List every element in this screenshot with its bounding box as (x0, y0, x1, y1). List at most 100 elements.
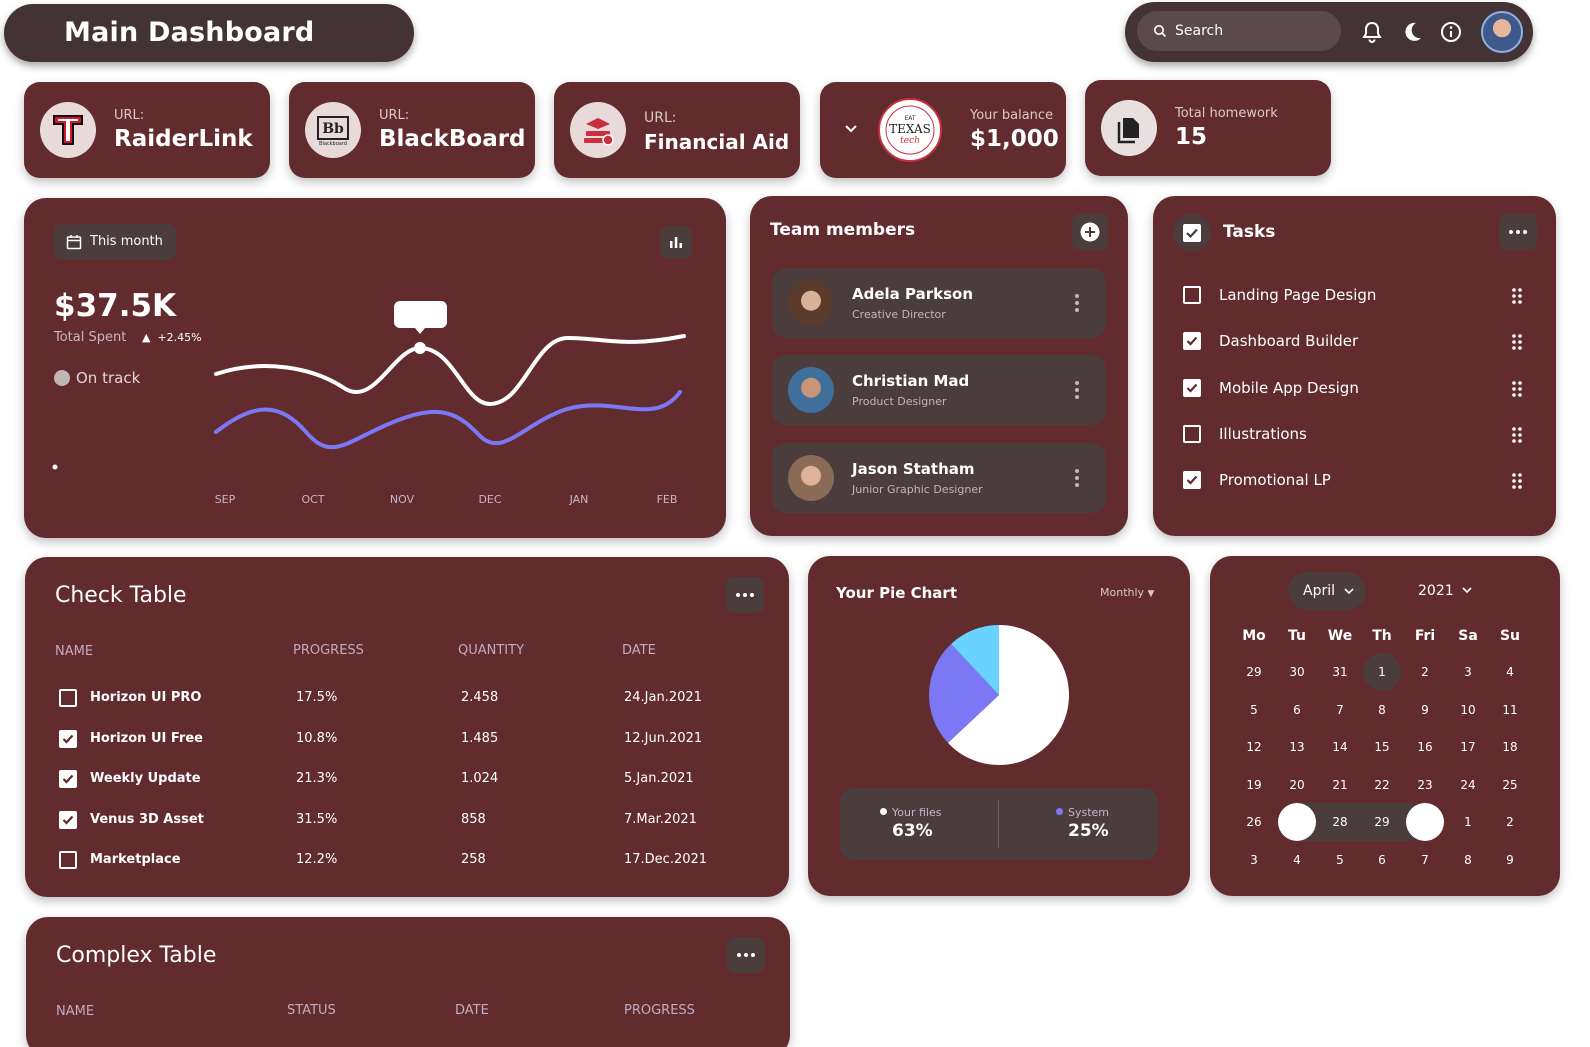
column-header[interactable]: PROGRESS (293, 643, 364, 658)
tasks-more-button[interactable] (1499, 214, 1537, 250)
calendar-day[interactable]: 6 (1363, 841, 1401, 879)
calendar-day[interactable]: 21 (1321, 766, 1359, 804)
chart-tooltip (394, 301, 447, 328)
month-selector[interactable]: April (1288, 572, 1366, 610)
row-checkbox-checked[interactable] (59, 770, 77, 788)
add-member-button[interactable] (1072, 214, 1108, 250)
period-dropdown[interactable]: Monthly ▼ (1100, 586, 1154, 599)
calendar-day[interactable]: 9 (1491, 841, 1529, 879)
task-checkbox[interactable] (1183, 286, 1201, 304)
calendar-day[interactable]: 19 (1235, 766, 1273, 804)
homework-card[interactable]: Total homework 15 (1085, 80, 1331, 176)
column-header[interactable]: DATE (622, 643, 656, 658)
calendar-day[interactable]: 4 (1491, 653, 1529, 691)
drag-handle-icon[interactable] (1511, 333, 1523, 351)
more-vertical-icon[interactable] (1072, 467, 1082, 489)
svg-text:tech: tech (900, 136, 920, 146)
chevron-down-icon[interactable] (844, 124, 858, 134)
calendar-day[interactable]: 10 (1449, 691, 1487, 729)
calendar-day[interactable]: 24 (1449, 766, 1487, 804)
drag-handle-icon[interactable] (1511, 380, 1523, 398)
complex-table-more-button[interactable] (727, 937, 765, 973)
calendar-day[interactable]: 22 (1363, 766, 1401, 804)
search-input[interactable] (1175, 19, 1325, 43)
moon-icon[interactable] (1399, 19, 1425, 45)
column-header[interactable]: NAME (55, 644, 93, 659)
raiderlink-card[interactable]: URL: RaiderLink (24, 82, 270, 178)
calendar-day[interactable]: 1 (1449, 803, 1487, 841)
calendar-day[interactable]: 2 (1406, 653, 1444, 691)
weekday-header: Sa (1458, 628, 1478, 644)
calendar-day[interactable]: 11 (1491, 691, 1529, 729)
legend-dot (880, 808, 887, 815)
column-header[interactable]: NAME (56, 1004, 94, 1019)
calendar-day[interactable]: 25 (1491, 766, 1529, 804)
task-item: Mobile App Design (1183, 375, 1533, 403)
calendar-day-today[interactable]: 1 (1363, 653, 1401, 691)
calendar-day[interactable]: 5 (1321, 841, 1359, 879)
calendar-day[interactable]: 8 (1449, 841, 1487, 879)
table-row: Horizon UI Free 10.8% 1.485 12.Jun.2021 (25, 730, 785, 754)
calendar-day[interactable]: 7 (1321, 691, 1359, 729)
drag-handle-icon[interactable] (1511, 472, 1523, 490)
calendar-day[interactable]: 26 (1235, 803, 1273, 841)
row-checkbox[interactable] (59, 851, 77, 869)
more-vertical-icon[interactable] (1072, 292, 1082, 314)
calendar-day[interactable]: 17 (1449, 728, 1487, 766)
pie-chart (929, 625, 1069, 765)
balance-card[interactable]: EAT TEXAS tech Your balance $1,000 (820, 82, 1066, 178)
row-checkbox-checked[interactable] (59, 730, 77, 748)
task-checkbox-checked[interactable] (1183, 471, 1201, 489)
user-avatar[interactable] (1481, 11, 1523, 53)
drag-handle-icon[interactable] (1511, 426, 1523, 444)
calendar-day[interactable]: 16 (1406, 728, 1444, 766)
task-checkbox-checked[interactable] (1183, 332, 1201, 350)
column-header[interactable]: PROGRESS (624, 1003, 695, 1018)
member-row[interactable]: Jason Statham Junior Graphic Designer (772, 443, 1106, 513)
calendar-day[interactable]: 23 (1406, 766, 1444, 804)
calendar-day[interactable]: 9 (1406, 691, 1444, 729)
calendar-day[interactable]: 2 (1491, 803, 1529, 841)
calendar-day[interactable]: 18 (1491, 728, 1529, 766)
more-vertical-icon[interactable] (1072, 379, 1082, 401)
member-role: Creative Director (852, 308, 946, 321)
row-checkbox-checked[interactable] (59, 811, 77, 829)
calendar-day[interactable]: 29 (1363, 803, 1401, 841)
column-header[interactable]: STATUS (287, 1003, 336, 1018)
calendar-day[interactable]: 4 (1278, 841, 1316, 879)
blackboard-card[interactable]: Bb Blackboard URL: BlackBoard (289, 82, 535, 178)
calendar-day[interactable]: 20 (1278, 766, 1316, 804)
range-end-day[interactable]: 30 (1406, 803, 1444, 841)
calendar-day[interactable]: 3 (1235, 841, 1273, 879)
check-table-more-button[interactable] (726, 577, 764, 613)
bell-icon[interactable] (1359, 19, 1385, 45)
calendar-day[interactable]: 29 (1235, 653, 1273, 691)
calendar-day[interactable]: 28 (1321, 803, 1359, 841)
column-header[interactable]: DATE (455, 1003, 489, 1018)
drag-handle-icon[interactable] (1511, 287, 1523, 305)
calendar-day[interactable]: 8 (1363, 691, 1401, 729)
row-checkbox[interactable] (59, 689, 77, 707)
range-start-day[interactable]: 27 (1278, 803, 1316, 841)
task-checkbox-checked[interactable] (1183, 379, 1201, 397)
member-row[interactable]: Adela Parkson Creative Director (772, 268, 1106, 338)
calendar-day[interactable]: 6 (1278, 691, 1316, 729)
calendar-day[interactable]: 31 (1321, 653, 1359, 691)
calendar-day[interactable]: 5 (1235, 691, 1273, 729)
year-selector[interactable]: 2021 (1418, 583, 1472, 599)
task-checkbox[interactable] (1183, 425, 1201, 443)
calendar-day[interactable]: 13 (1278, 728, 1316, 766)
calendar-day[interactable]: 14 (1321, 728, 1359, 766)
calendar-day[interactable]: 12 (1235, 728, 1273, 766)
x-axis-label: OCT (301, 493, 324, 506)
calendar-day[interactable]: 30 (1278, 653, 1316, 691)
column-header[interactable]: QUANTITY (458, 643, 524, 658)
cell-quantity: 1.024 (461, 771, 499, 786)
calendar-day[interactable]: 15 (1363, 728, 1401, 766)
financial-aid-card[interactable]: URL: Financial Aid (554, 82, 800, 178)
calendar-day[interactable]: 7 (1406, 841, 1444, 879)
member-row[interactable]: Christian Mad Product Designer (772, 355, 1106, 425)
info-icon[interactable] (1438, 19, 1464, 45)
search-box[interactable] (1137, 11, 1341, 51)
calendar-day[interactable]: 3 (1449, 653, 1487, 691)
